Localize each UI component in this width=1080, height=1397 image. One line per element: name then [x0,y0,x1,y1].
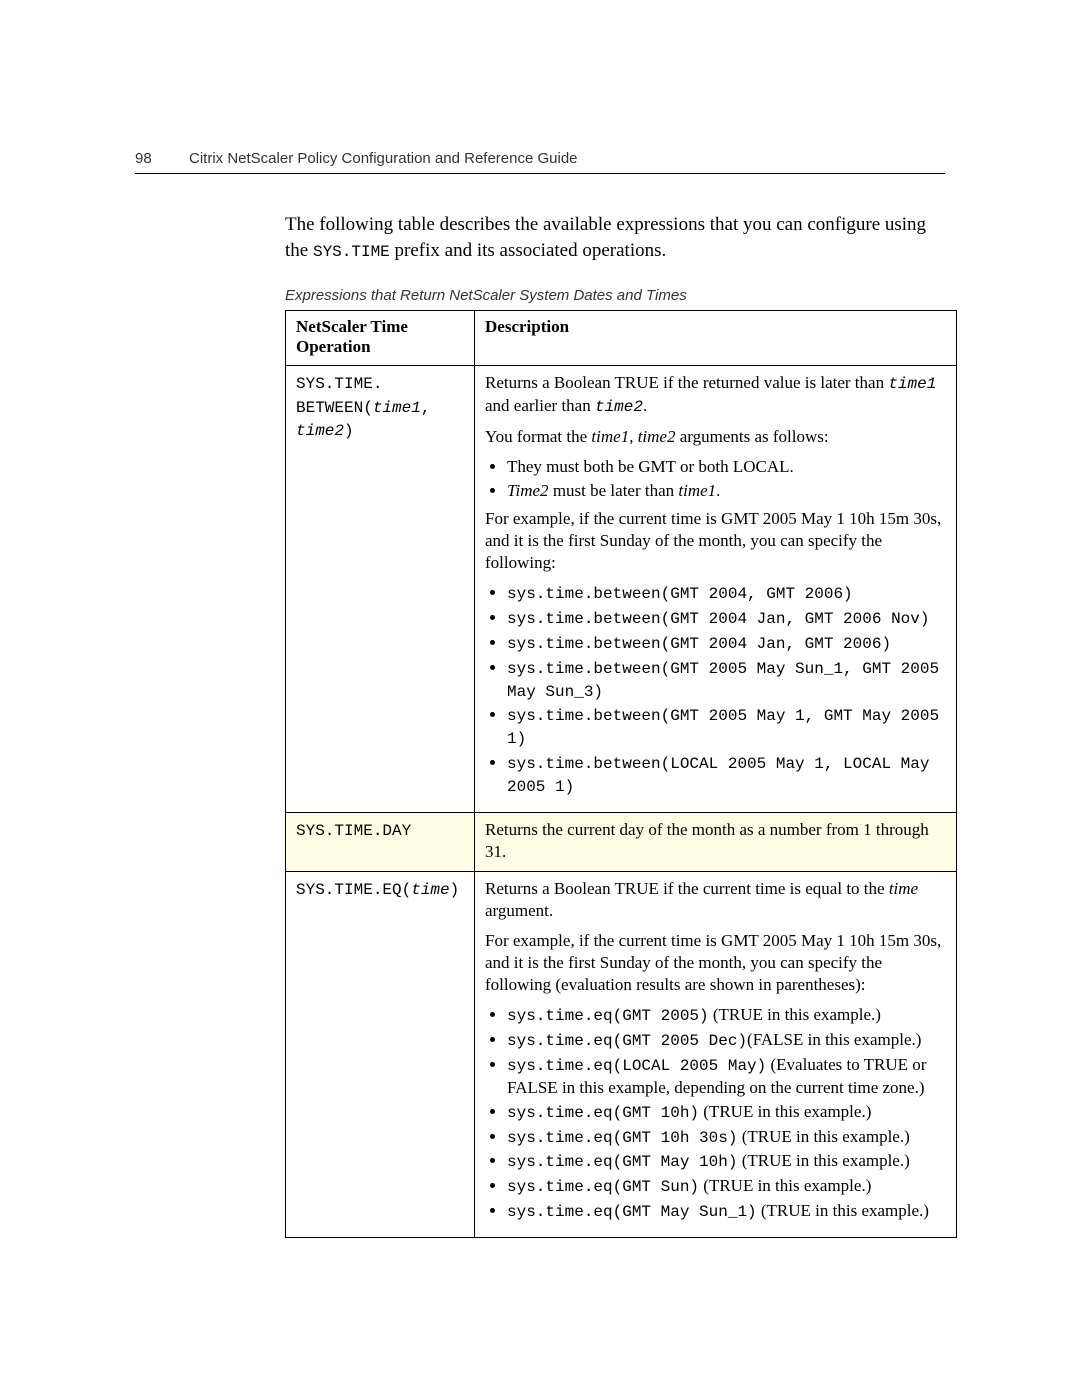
list-item: sys.time.between(GMT 2005 May 1, GMT May… [507,704,946,750]
example-code: sys.time.between(GMT 2004 Jan, GMT 2006) [507,635,891,653]
example-code: sys.time.eq(LOCAL 2005 May) [507,1057,766,1075]
list-item: Time2 must be later than time1. [507,480,946,502]
op-arg: time [411,881,449,899]
example-code: sys.time.eq(GMT 2005 Dec) [507,1032,747,1050]
list-item: sys.time.between(GMT 2004 Jan, GMT 2006) [507,632,946,655]
intro-paragraph: The following table describes the availa… [285,212,945,263]
example-result: (TRUE in this example.) [709,1005,881,1024]
list-item: sys.time.eq(GMT 10h 30s) (TRUE in this e… [507,1126,946,1149]
example-result: (TRUE in this example.) [699,1176,871,1195]
op-code: ) [450,881,460,899]
examples-list: sys.time.eq(GMT 2005) (TRUE in this exam… [485,1004,946,1222]
op-code: SYS.TIME.DAY [296,822,411,840]
desc-text: You format the [485,427,591,446]
table-header-row: NetScaler Time Operation Description [286,311,957,366]
format-rules-list: They must both be GMT or both LOCAL. Tim… [485,456,946,502]
desc-text: . [643,396,647,415]
list-item: sys.time.eq(GMT 10h) (TRUE in this examp… [507,1101,946,1124]
list-item: sys.time.between(GMT 2004 Jan, GMT 2006 … [507,607,946,630]
example-result: (TRUE in this example.) [699,1102,871,1121]
desc-arg: time1 [888,375,936,393]
example-code: sys.time.eq(GMT Sun) [507,1178,699,1196]
list-item: sys.time.between(LOCAL 2005 May 1, LOCAL… [507,752,946,798]
list-item: sys.time.eq(GMT 2005) (TRUE in this exam… [507,1004,946,1027]
op-arg: time1 [373,399,421,417]
example-code: sys.time.eq(GMT 10h) [507,1104,699,1122]
operation-cell: SYS.TIME.DAY [286,812,475,871]
op-code: SYS.TIME.EQ( [296,881,411,899]
list-text: must be later than [549,481,679,500]
description-cell: Returns a Boolean TRUE if the current ti… [475,871,957,1237]
op-code: , [421,399,431,417]
example-code: sys.time.eq(GMT May Sun_1) [507,1203,757,1221]
list-item: sys.time.eq(GMT 2005 Dec)(FALSE in this … [507,1029,946,1052]
desc-text: Returns a Boolean TRUE if the returned v… [485,373,888,392]
table-row: SYS.TIME. BETWEEN(time1, time2) Returns … [286,366,957,812]
example-result: (FALSE in this example.) [747,1030,921,1049]
list-item: sys.time.between(GMT 2004, GMT 2006) [507,582,946,605]
table-row: SYS.TIME.DAY Returns the current day of … [286,812,957,871]
list-item: sys.time.eq(GMT May Sun_1) (TRUE in this… [507,1200,946,1223]
running-header: 98 Citrix NetScaler Policy Configuration… [135,150,945,174]
header-title: Citrix NetScaler Policy Configuration an… [189,150,578,167]
list-item: sys.time.eq(GMT May 10h) (TRUE in this e… [507,1150,946,1173]
col-header-operation: NetScaler Time Operation [286,311,475,366]
table-row: SYS.TIME.EQ(time) Returns a Boolean TRUE… [286,871,957,1237]
example-code: sys.time.eq(GMT 2005) [507,1007,709,1025]
intro-code: SYS.TIME [313,243,390,261]
example-code: sys.time.eq(GMT 10h 30s) [507,1129,737,1147]
example-result: (TRUE in this example.) [737,1151,909,1170]
operation-cell: SYS.TIME. BETWEEN(time1, time2) [286,366,475,812]
example-code: sys.time.between(GMT 2005 May 1, GMT May… [507,707,949,748]
example-code: sys.time.eq(GMT May 10h) [507,1153,737,1171]
example-code: sys.time.between(LOCAL 2005 May 1, LOCAL… [507,755,939,796]
list-item: sys.time.between(GMT 2005 May Sun_1, GMT… [507,657,946,703]
list-item: sys.time.eq(GMT Sun) (TRUE in this examp… [507,1175,946,1198]
list-item: They must both be GMT or both LOCAL. [507,456,946,478]
desc-text: Returns a Boolean TRUE if the current ti… [485,879,889,898]
table-caption: Expressions that Return NetScaler System… [285,287,945,304]
desc-example-intro: For example, if the current time is GMT … [485,508,946,574]
example-code: sys.time.between(GMT 2004 Jan, GMT 2006 … [507,610,929,628]
expressions-table: NetScaler Time Operation Description SYS… [285,310,957,1237]
example-code: sys.time.between(GMT 2004, GMT 2006) [507,585,853,603]
op-code: SYS.TIME. [296,375,382,393]
page-number: 98 [135,150,189,167]
op-arg: time2 [296,422,344,440]
example-result: (TRUE in this example.) [757,1201,929,1220]
desc-arg: time1, time2 [591,427,675,446]
col-header-description: Description [475,311,957,366]
example-code: sys.time.between(GMT 2005 May Sun_1, GMT… [507,660,949,701]
operation-cell: SYS.TIME.EQ(time) [286,871,475,1237]
list-arg: time1 [678,481,716,500]
op-code: ) [344,422,354,440]
desc-arg: time [889,879,918,898]
desc-text: argument. [485,901,553,920]
desc-example-intro: For example, if the current time is GMT … [485,930,946,996]
examples-list: sys.time.between(GMT 2004, GMT 2006) sys… [485,582,946,797]
op-code: BETWEEN( [296,399,373,417]
description-cell: Returns a Boolean TRUE if the returned v… [475,366,957,812]
list-item: sys.time.eq(LOCAL 2005 May) (Evaluates t… [507,1054,946,1099]
desc-text: and earlier than [485,396,595,415]
intro-text-tail: prefix and its associated operations. [390,240,666,261]
example-result: (TRUE in this example.) [737,1127,909,1146]
desc-arg: time2 [595,398,643,416]
desc-text: arguments as follows: [675,427,828,446]
desc-text: Returns the current day of the month as … [485,819,946,863]
description-cell: Returns the current day of the month as … [475,812,957,871]
list-arg: Time2 [507,481,549,500]
list-text: . [716,481,720,500]
document-page: 98 Citrix NetScaler Policy Configuration… [0,0,1080,1397]
